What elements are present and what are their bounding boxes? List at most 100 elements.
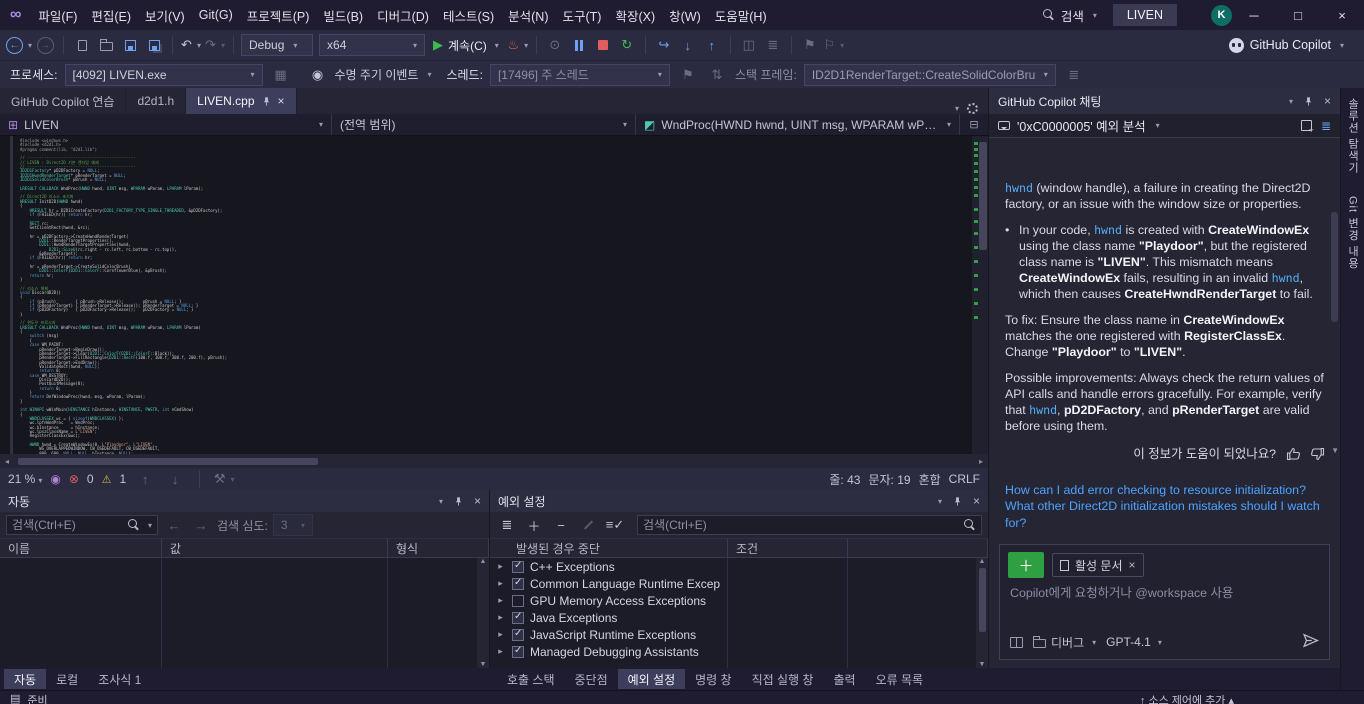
menu-item[interactable]: 창(W) [662,0,708,30]
debug-panel-tab[interactable]: 직접 실행 창 [742,669,824,689]
step-into-icon[interactable]: ↓ [677,33,699,57]
pin-icon[interactable] [261,96,272,107]
stop-debugging-button[interactable] [592,33,614,57]
member-dropdown[interactable]: ◩ WndProc(HWND hwnd, UINT msg, WPARAM wP… [636,114,960,135]
add-to-source-control-button[interactable]: ↑ 소스 제어에 추가 ▴ [1140,692,1234,704]
layout-columns-icon[interactable] [1010,637,1023,648]
exception-checkbox[interactable] [512,646,524,658]
tab-github-copilot-practice[interactable]: GitHub Copilot 연습 [0,88,126,114]
debug-panel-tab[interactable]: 예외 설정 [618,669,686,689]
project-dropdown[interactable]: ⊞ LIVEN ▾ [0,114,332,135]
eol-indicator[interactable]: CRLF [949,472,980,486]
document-list-dropdown-icon[interactable]: ▾ [955,104,959,113]
menu-item[interactable]: 보기(V) [138,0,192,30]
exceptions-grid-body[interactable]: ▸ C++ Exceptions ▸ Common Language Runti… [490,558,988,668]
side-tool-tab[interactable]: Git 변경 내용 [1345,196,1361,269]
exception-checkbox[interactable] [512,578,524,590]
autos-scrollbar[interactable]: ▲ ▼ [477,558,489,668]
lifecycle-events-dropdown[interactable]: ◉ 수명 주기 이벤트▾ [299,64,440,86]
menu-item[interactable]: Git(G) [192,0,240,30]
open-folder-icon[interactable] [95,33,117,57]
search-depth-dropdown[interactable]: 3▾ [273,514,313,536]
autos-panel-tab[interactable]: 자동 [4,669,46,689]
chevron-right-icon[interactable]: ▸ [495,578,506,589]
zoom-dropdown[interactable]: 21 %▾ [8,472,42,486]
diagnostics-icon[interactable]: ◫ [738,33,760,57]
code-content[interactable]: #include <windows.h>#include <d2d1.h>#pr… [20,139,227,454]
editor-vertical-scrollbar[interactable] [972,136,988,454]
exception-row[interactable]: ▸ Managed Debugging Assistants [490,643,988,660]
stack-frame-dropdown[interactable]: ID2D1RenderTarget::CreateSolidColorBru▾ [804,64,1056,86]
message-segment[interactable]: hwnd [1029,403,1057,417]
accessibility-icon[interactable]: ◉ [50,472,60,486]
agent-mode-dropdown[interactable]: 디버그 ▾ [1033,634,1096,651]
new-file-icon[interactable] [71,33,93,57]
add-context-button[interactable]: ＋ [1008,552,1044,578]
warning-count[interactable]: 1 [119,472,126,486]
split-editor-icon[interactable]: ⊟ [960,114,988,135]
menu-item[interactable]: 빌드(B) [316,0,370,30]
navigate-back-button[interactable]: ←▾ [6,33,32,57]
step-out-icon[interactable]: ↑ [701,33,723,57]
chat-message-area[interactable]: hwnd (window handle), a failure in creat… [989,138,1340,466]
add-exception-icon[interactable]: ＋ [523,513,545,537]
chevron-right-icon[interactable]: ▸ [495,646,506,657]
exceptions-panel-header[interactable]: 예외 설정 ▾ × [490,490,988,512]
menu-item[interactable]: 편집(E) [84,0,138,30]
column-type[interactable]: 형식 [388,539,489,558]
message-segment[interactable]: hwnd [1272,271,1300,285]
exceptions-search-box[interactable] [637,515,982,535]
chevron-right-icon[interactable]: ▸ [495,595,506,606]
redo-button[interactable]: ↷▾ [204,33,226,57]
exception-checkbox[interactable] [512,595,524,607]
maximize-button[interactable]: □ [1276,0,1320,30]
chevron-down-icon[interactable]: ▾ [938,497,942,506]
active-document-chip[interactable]: 활성 문서 × [1052,553,1144,577]
scroll-up-icon[interactable]: ▲ [979,558,986,565]
menu-item[interactable]: 파일(F) [31,0,84,30]
restart-button[interactable]: ↻ [616,33,638,57]
chevron-right-icon[interactable]: ▸ [495,612,506,623]
scrollbar-thumb[interactable] [18,458,318,465]
chevron-right-icon[interactable]: ▸ [495,629,506,640]
exception-checkbox[interactable] [512,629,524,641]
platform-dropdown[interactable]: x64▾ [319,34,425,56]
menu-item[interactable]: 분석(N) [501,0,555,30]
exception-row[interactable]: ▸ GPU Memory Access Exceptions [490,592,988,609]
watch-icon[interactable]: ≣ [762,33,784,57]
model-dropdown[interactable]: GPT-4.1 ▾ [1106,635,1162,649]
editor-horizontal-scrollbar[interactable]: ◂ ▸ [0,454,988,468]
exception-row[interactable]: ▸ JavaScript Runtime Exceptions [490,626,988,643]
scrollbar-thumb[interactable] [1331,212,1338,322]
menu-item[interactable]: 테스트(S) [436,0,501,30]
exception-row[interactable]: ▸ C++ Exceptions [490,558,988,575]
line-indicator[interactable]: 줄: 43 [829,471,860,488]
bookmark-icon[interactable]: ⚑ [799,33,821,57]
tab-liven-cpp[interactable]: LIVEN.cpp × [186,88,296,114]
column-break-when-thrown[interactable]: 발생된 경우 중단 [490,539,728,558]
next-issue-icon[interactable]: ↓ [164,467,186,491]
close-panel-icon[interactable]: × [474,494,481,508]
menu-item[interactable]: 디버그(D) [370,0,436,30]
scroll-left-icon[interactable]: ◂ [0,457,14,466]
scroll-down-icon[interactable]: ▼ [979,661,986,668]
save-icon[interactable] [119,33,141,57]
tab-d2d1-h[interactable]: d2d1.h [126,88,186,114]
autos-panel-tab[interactable]: 조사식 1 [88,669,151,689]
chevron-right-icon[interactable]: ▸ [495,561,506,572]
thumbs-up-icon[interactable] [1285,446,1301,462]
autos-panel-header[interactable]: 자동 ▾ × [0,490,489,512]
column-indicator[interactable]: 문자: 19 [868,471,910,488]
pin-icon[interactable] [952,496,963,507]
process-dropdown[interactable]: [4092] LIVEN.exe▾ [65,64,263,86]
exception-row[interactable]: ▸ Common Language Runtime Excep [490,575,988,592]
exception-checkbox[interactable] [512,561,524,573]
debug-panel-tab[interactable]: 오류 목록 [866,669,934,689]
debug-panel-tab[interactable]: 호출 스택 [497,669,565,689]
scroll-right-icon[interactable]: ▸ [974,457,988,466]
chevron-down-icon[interactable]: ▾ [439,497,443,506]
bookmark-list-icon[interactable]: ⚐▾ [823,33,845,57]
chevron-down-icon[interactable]: ▾ [1289,97,1293,106]
remove-chip-icon[interactable]: × [1129,558,1136,572]
debug-panel-tab[interactable]: 명령 창 [685,669,741,689]
